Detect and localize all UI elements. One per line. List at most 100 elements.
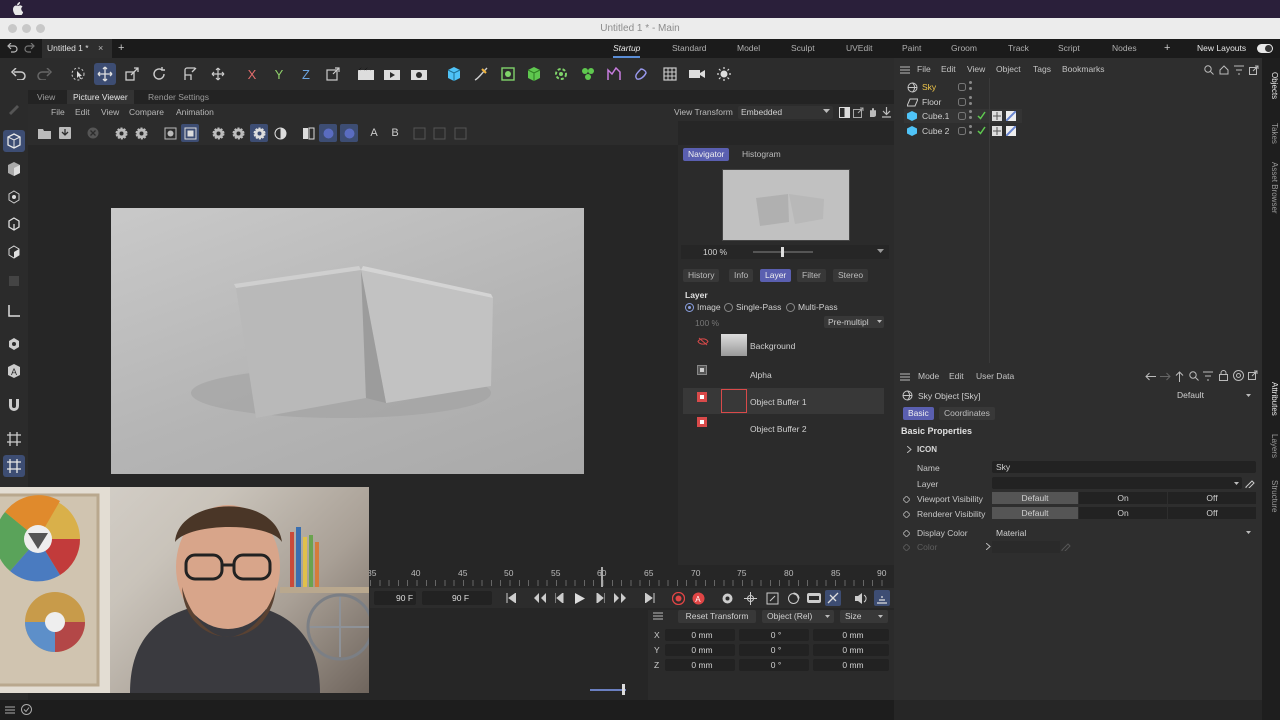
picker-pen-icon[interactable] <box>1245 478 1255 488</box>
region-snapshot-icon[interactable] <box>161 124 179 142</box>
render-visibility-dot[interactable] <box>969 131 972 134</box>
attr-menu-user-data[interactable]: User Data <box>976 369 1014 383</box>
object-row-cube-1[interactable]: Cube.1 <box>904 109 1022 123</box>
timeline-settings-icon[interactable] <box>874 590 890 606</box>
radio-single-pass[interactable] <box>724 303 733 312</box>
contrast-icon[interactable] <box>271 124 289 142</box>
display-color-dropdown[interactable]: Material <box>992 527 1256 539</box>
obj-menu-tags[interactable]: Tags <box>1033 62 1051 76</box>
move-tool-icon[interactable] <box>94 63 116 85</box>
size-y-field[interactable]: 0 mm <box>813 644 889 656</box>
name-input[interactable]: Sky <box>992 461 1256 473</box>
add-tab-button[interactable]: + <box>118 39 124 58</box>
compare-b-button[interactable]: B <box>386 124 404 142</box>
tab-basic[interactable]: Basic <box>903 407 934 420</box>
min-frame-field[interactable]: 90 F <box>374 591 416 605</box>
interactive-region-icon[interactable] <box>181 124 199 142</box>
vtab-structure[interactable]: Structure <box>1263 474 1279 519</box>
sound-icon[interactable] <box>853 590 869 606</box>
size-mode-dropdown[interactable]: Size <box>840 610 888 623</box>
layout-model[interactable]: Model <box>737 39 760 58</box>
tab-stereo[interactable]: Stereo <box>833 269 869 282</box>
object-row-sky[interactable]: Sky <box>904 80 989 94</box>
layout-nodes[interactable]: Nodes <box>1112 39 1137 58</box>
add-layout-button[interactable]: + <box>1164 39 1170 58</box>
phong-tag-icon[interactable] <box>992 111 1002 121</box>
active-gear-icon[interactable] <box>250 124 268 142</box>
menu-file[interactable]: File <box>51 104 65 121</box>
snap-magnet-icon[interactable] <box>3 394 25 416</box>
tab-history[interactable]: History <box>683 269 720 282</box>
render-picture-viewer-icon[interactable] <box>381 63 403 85</box>
render-visibility-dot[interactable] <box>969 116 972 119</box>
external-window-icon[interactable] <box>853 107 864 118</box>
apple-icon[interactable] <box>12 2 23 15</box>
navigator-thumbnail[interactable] <box>722 169 850 241</box>
rotate-tool-icon[interactable] <box>148 63 170 85</box>
layout-standard[interactable]: Standard <box>672 39 707 58</box>
obj-menu-view[interactable]: View <box>967 62 985 76</box>
expand-chevron-icon[interactable] <box>907 446 912 453</box>
view-transform-dropdown[interactable]: Embedded <box>738 106 833 119</box>
zoom-dropdown-icon[interactable] <box>877 249 884 254</box>
menu-animation[interactable]: Animation <box>176 104 214 121</box>
autokey-icon[interactable]: A <box>690 590 706 606</box>
workplane-icon[interactable] <box>3 428 25 450</box>
layer-dot-icon[interactable] <box>958 98 966 106</box>
obj-menu-bookmarks[interactable]: Bookmarks <box>1062 62 1105 76</box>
rotation-key-icon[interactable] <box>785 590 801 606</box>
object-row-floor[interactable]: Floor <box>904 95 989 109</box>
transform-tool-icon[interactable] <box>179 63 201 85</box>
mesh-mode-icon[interactable] <box>3 158 25 180</box>
mograph-cloner-icon[interactable] <box>550 63 572 85</box>
new-window-icon[interactable] <box>1249 65 1259 75</box>
position-x-field[interactable]: 0 mm <box>665 629 735 641</box>
edges-mode-icon[interactable] <box>3 213 25 235</box>
disabled-tool-1-icon[interactable] <box>410 124 428 142</box>
polygons-mode-icon[interactable] <box>3 241 25 263</box>
gear-small-icon[interactable] <box>229 124 247 142</box>
points-mode-icon[interactable] <box>3 186 25 208</box>
obj-menu-edit[interactable]: Edit <box>941 62 956 76</box>
color-expand-icon[interactable] <box>986 543 991 550</box>
y-axis-lock[interactable]: Y <box>268 63 290 85</box>
layout-toggle[interactable] <box>1257 44 1273 53</box>
close-window-button[interactable] <box>8 24 17 33</box>
cube-object-icon[interactable] <box>443 63 465 85</box>
compare-overlay-icon[interactable] <box>340 124 358 142</box>
keyframe-diamond-icon[interactable] <box>903 496 910 503</box>
grid-snap-icon[interactable] <box>3 455 25 477</box>
vtab-attributes[interactable]: Attributes <box>1263 376 1279 421</box>
layer-opacity[interactable]: 100 % <box>695 318 719 328</box>
redo-button[interactable] <box>34 63 56 85</box>
scale-key-icon[interactable] <box>764 590 780 606</box>
keyframe-diamond-icon[interactable] <box>903 530 910 537</box>
hamburger-menu-icon[interactable] <box>653 612 663 620</box>
disabled-tool-2-icon[interactable] <box>430 124 448 142</box>
pin-panel-icon[interactable] <box>881 107 892 118</box>
phong-tag-icon[interactable] <box>992 126 1002 136</box>
stop-render-icon[interactable] <box>84 124 102 142</box>
renderer-off-option[interactable]: Off <box>1168 507 1256 519</box>
previous-key-icon[interactable] <box>532 590 548 606</box>
parameter-key-icon[interactable] <box>806 590 822 606</box>
status-check-icon[interactable] <box>21 704 32 715</box>
save-image-icon[interactable] <box>56 124 74 142</box>
color-picker-icon[interactable] <box>1061 541 1071 551</box>
rotation-x-field[interactable]: 0 ° <box>739 629 809 641</box>
snap-move-icon[interactable] <box>207 63 229 85</box>
render-settings-icon[interactable] <box>408 63 430 85</box>
minimize-window-button[interactable] <box>22 24 31 33</box>
open-folder-icon[interactable] <box>35 124 53 142</box>
back-arrow-icon[interactable] <box>1145 372 1156 381</box>
enabled-check-icon[interactable] <box>977 111 986 120</box>
attr-new-window-icon[interactable] <box>1248 370 1258 380</box>
editor-visibility-dot[interactable] <box>969 81 972 84</box>
viewport-default-option[interactable]: Default <box>992 492 1078 504</box>
attr-filter-icon[interactable] <box>1203 371 1213 381</box>
render-region-gear-icon[interactable] <box>132 124 150 142</box>
material-tag-icon[interactable] <box>1006 126 1016 136</box>
mograph-effector-icon[interactable] <box>577 63 599 85</box>
blend-mode-dropdown[interactable]: Pre-multipl <box>824 316 884 328</box>
tab-info[interactable]: Info <box>729 269 754 282</box>
